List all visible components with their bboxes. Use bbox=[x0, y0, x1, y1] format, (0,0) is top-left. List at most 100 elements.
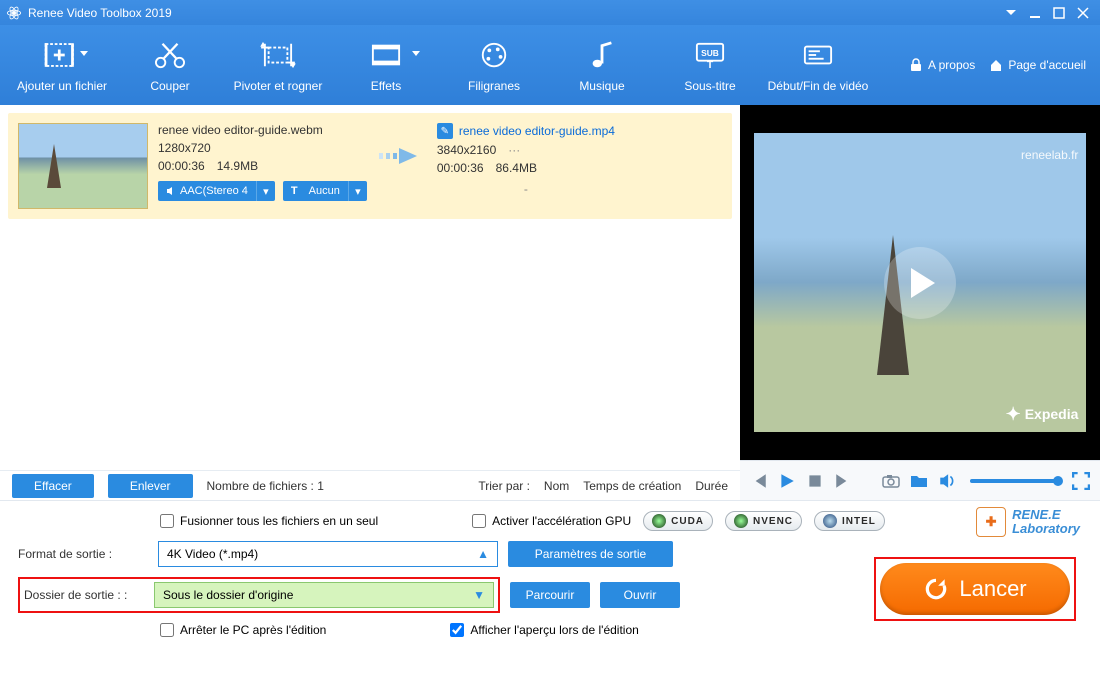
file-item[interactable]: renee video editor-guide.webm 1280x720 0… bbox=[8, 113, 732, 219]
start-end-button[interactable]: Début/Fin de vidéo bbox=[764, 25, 872, 105]
titlebar: Renee Video Toolbox 2019 bbox=[0, 0, 1100, 25]
snapshot-button[interactable] bbox=[882, 472, 900, 490]
palette-icon bbox=[474, 40, 514, 70]
output-filename: renee video editor-guide.mp4 bbox=[459, 124, 615, 138]
watermarks-button[interactable]: Filigranes bbox=[440, 25, 548, 105]
volume-slider[interactable] bbox=[970, 479, 1058, 483]
add-file-button[interactable]: Ajouter un fichier bbox=[8, 25, 116, 105]
output-params-button[interactable]: Paramètres de sortie bbox=[508, 541, 673, 567]
brand-line2: Laboratory bbox=[1012, 521, 1080, 536]
maximize-button[interactable] bbox=[1048, 4, 1070, 22]
about-link[interactable]: A propos bbox=[909, 58, 975, 72]
fullscreen-button[interactable] bbox=[1072, 472, 1090, 490]
bottom-panel: ✚ RENE.ELaboratory Fusionner tous les fi… bbox=[0, 500, 1100, 641]
music-label: Musique bbox=[579, 79, 624, 93]
music-button[interactable]: Musique bbox=[548, 25, 656, 105]
svg-text:SUB: SUB bbox=[701, 48, 719, 58]
file-count: Nombre de fichiers : 1 bbox=[207, 479, 324, 493]
output-format-value: 4K Video (*.mp4) bbox=[167, 547, 477, 561]
shutdown-checkbox[interactable]: Arrêter le PC après l'édition bbox=[160, 623, 326, 637]
sort-duration[interactable]: Durée bbox=[695, 479, 728, 493]
remove-button[interactable]: Enlever bbox=[108, 474, 193, 498]
home-label: Page d'accueil bbox=[1008, 58, 1086, 72]
output-resolution: 3840x2160 bbox=[437, 143, 496, 157]
menu-dropdown-button[interactable] bbox=[1000, 4, 1022, 22]
play-button[interactable] bbox=[778, 472, 796, 490]
audio-track-dropdown[interactable]: AAC(Stereo 4 ▾ bbox=[158, 181, 275, 201]
audio-track-value: AAC(Stereo 4 bbox=[180, 185, 248, 197]
briefcase-icon: ✚ bbox=[976, 507, 1006, 537]
main-toolbar: Ajouter un fichier Couper Pivoter et rog… bbox=[0, 25, 1100, 105]
subtitle-track-dropdown[interactable]: T Aucun ▾ bbox=[283, 181, 367, 201]
chevron-up-icon: ▲ bbox=[477, 547, 489, 561]
rotate-crop-button[interactable]: Pivoter et rogner bbox=[224, 25, 332, 105]
add-file-label: Ajouter un fichier bbox=[17, 79, 107, 93]
browse-button[interactable]: Parcourir bbox=[510, 582, 590, 608]
prev-button[interactable] bbox=[750, 472, 768, 490]
show-preview-checkbox[interactable]: Afficher l'aperçu lors de l'édition bbox=[450, 623, 638, 637]
home-icon bbox=[989, 58, 1003, 72]
output-filesize: 86.4MB bbox=[496, 161, 537, 175]
launch-label: Lancer bbox=[959, 576, 1026, 602]
launch-button[interactable]: Lancer bbox=[880, 563, 1070, 615]
refresh-icon bbox=[923, 576, 949, 602]
file-thumbnail bbox=[18, 123, 148, 209]
cut-button[interactable]: Couper bbox=[116, 25, 224, 105]
play-overlay-icon[interactable] bbox=[884, 247, 956, 319]
open-folder-button[interactable] bbox=[910, 472, 928, 490]
subtitle-button[interactable]: SUB T Sous-titre bbox=[656, 25, 764, 105]
output-folder-label: Dossier de sortie : : bbox=[24, 588, 148, 602]
window-title: Renee Video Toolbox 2019 bbox=[28, 6, 998, 20]
input-file-info: renee video editor-guide.webm 1280x720 0… bbox=[158, 123, 367, 209]
subtitle-label: Sous-titre bbox=[684, 79, 735, 93]
input-duration: 00:00:36 bbox=[158, 159, 205, 173]
next-button[interactable] bbox=[834, 472, 852, 490]
preview-watermark-top: reneelab.fr bbox=[1021, 148, 1078, 162]
output-folder-combo[interactable]: Sous le dossier d'origine ▼ bbox=[154, 582, 494, 608]
speaker-icon bbox=[166, 186, 176, 196]
sort-created[interactable]: Temps de création bbox=[583, 479, 681, 493]
output-duration: 00:00:36 bbox=[437, 161, 484, 175]
gpu-checkbox[interactable]: Activer l'accélération GPU bbox=[472, 514, 631, 528]
input-filesize: 14.9MB bbox=[217, 159, 258, 173]
effects-button[interactable]: Effets bbox=[332, 25, 440, 105]
open-button[interactable]: Ouvrir bbox=[600, 582, 680, 608]
file-list: renee video editor-guide.webm 1280x720 0… bbox=[0, 105, 740, 470]
preview-controls bbox=[740, 460, 1100, 500]
merge-checkbox[interactable]: Fusionner tous les fichiers en un seul bbox=[160, 514, 378, 528]
input-filename: renee video editor-guide.webm bbox=[158, 123, 367, 137]
output-more[interactable]: ··· bbox=[508, 143, 520, 157]
output-file-info: ✎ renee video editor-guide.mp4 3840x2160 ·… bbox=[437, 123, 615, 209]
home-link[interactable]: Page d'accueil bbox=[989, 58, 1086, 72]
output-format-label: Format de sortie : bbox=[18, 547, 148, 561]
output-format-combo[interactable]: 4K Video (*.mp4) ▲ bbox=[158, 541, 498, 567]
intel-badge: INTEL bbox=[814, 511, 885, 531]
svg-text:T: T bbox=[707, 60, 714, 70]
card-icon bbox=[798, 40, 838, 70]
filmstrip-icon bbox=[366, 40, 406, 70]
music-note-icon bbox=[582, 40, 622, 70]
clear-button[interactable]: Effacer bbox=[12, 474, 94, 498]
lock-icon bbox=[909, 58, 923, 72]
nvenc-badge: NVENC bbox=[725, 511, 802, 531]
add-file-icon bbox=[42, 40, 82, 70]
sort-name[interactable]: Nom bbox=[544, 479, 569, 493]
gpu-label: Activer l'accélération GPU bbox=[492, 514, 631, 528]
shutdown-label: Arrêter le PC après l'édition bbox=[180, 623, 326, 637]
app-logo-icon bbox=[6, 5, 22, 21]
volume-button[interactable] bbox=[938, 472, 956, 490]
close-button[interactable] bbox=[1072, 4, 1094, 22]
effects-label: Effets bbox=[371, 79, 401, 93]
brand-logo: ✚ RENE.ELaboratory bbox=[976, 507, 1080, 537]
output-dash: - bbox=[524, 182, 528, 196]
content-area: renee video editor-guide.webm 1280x720 0… bbox=[0, 105, 1100, 500]
stop-button[interactable] bbox=[806, 472, 824, 490]
about-label: A propos bbox=[928, 58, 975, 72]
subtitle-icon: SUB T bbox=[690, 40, 730, 70]
video-preview[interactable]: reneelab.fr ✦Expedia bbox=[740, 105, 1100, 460]
input-resolution: 1280x720 bbox=[158, 141, 211, 155]
preview-panel: reneelab.fr ✦Expedia bbox=[740, 105, 1100, 500]
minimize-button[interactable] bbox=[1024, 4, 1046, 22]
crop-icon bbox=[258, 40, 298, 70]
edit-output-icon[interactable]: ✎ bbox=[437, 123, 453, 139]
